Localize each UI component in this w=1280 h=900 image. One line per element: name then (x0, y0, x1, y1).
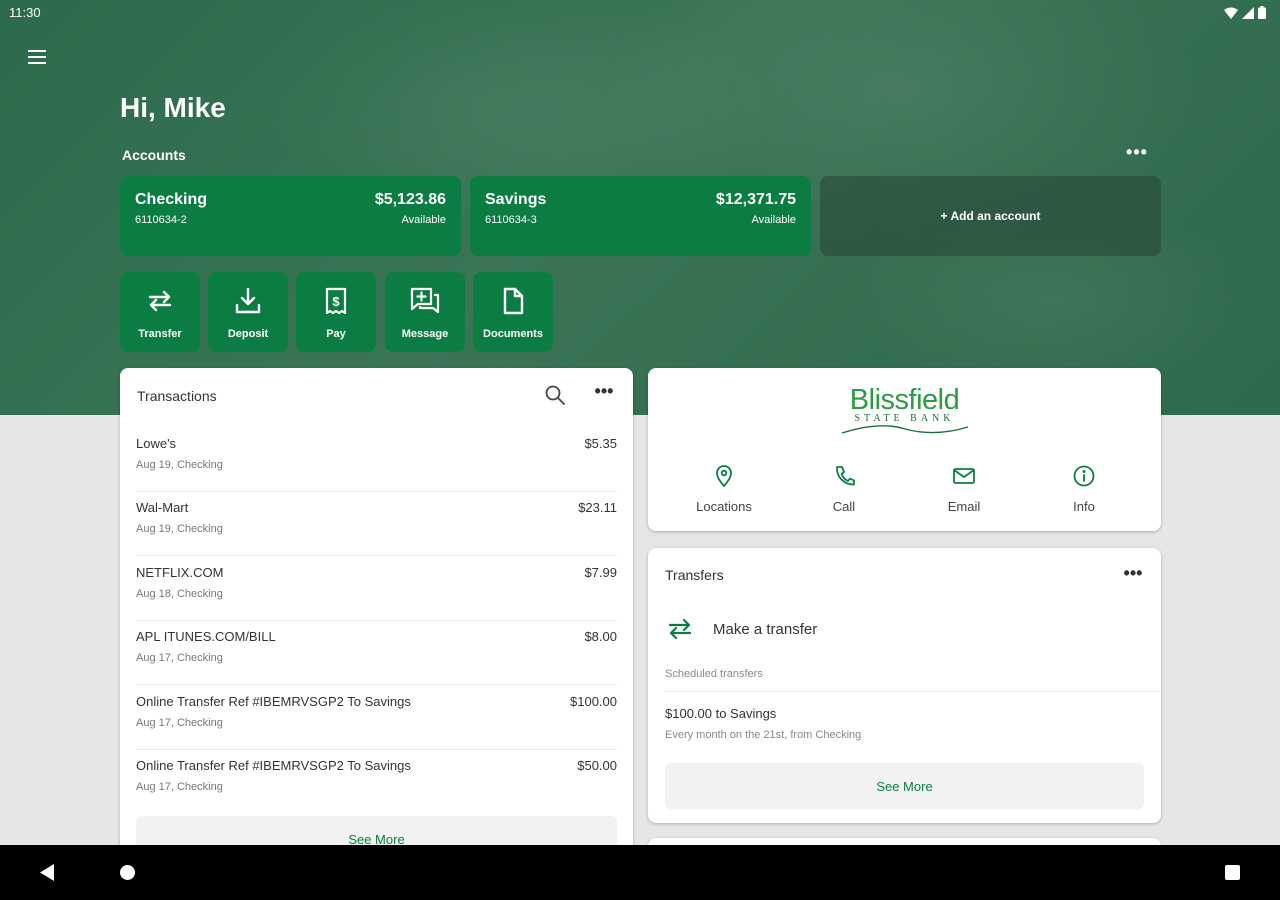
nav-home-button[interactable] (120, 865, 135, 880)
accounts-more-button[interactable]: ••• (1122, 143, 1152, 165)
transfers-see-more-button[interactable]: See More (665, 763, 1144, 809)
transactions-title: Transactions (137, 388, 217, 404)
transaction-meta: Aug 17, Checking (136, 717, 223, 729)
quick-action-label: Documents (483, 328, 543, 340)
bank-logo-swoosh (841, 425, 968, 434)
bank-action-locations[interactable]: Locations (664, 464, 784, 514)
quick-action-label: Deposit (227, 328, 269, 340)
message-icon (410, 287, 440, 314)
quick-action-label: Message (401, 328, 449, 340)
account-number: 6110634-3 (485, 214, 537, 226)
quick-action-label: Pay (326, 328, 346, 340)
account-card-checking[interactable]: Checking 6110634-2 $5,123.86 Available (120, 176, 461, 256)
transaction-row[interactable]: Wal-Mart Aug 19, Checking $23.11 (136, 492, 617, 556)
account-card-savings[interactable]: Savings 6110634-3 $12,371.75 Available (470, 176, 811, 256)
transaction-name: APL ITUNES.COM/BILL (136, 629, 276, 644)
quick-action-message[interactable]: Message (385, 272, 465, 352)
quick-action-transfer[interactable]: Transfer (120, 272, 200, 352)
bank-info-card: Blissfield STATE BANK Locations Call Ema… (648, 368, 1161, 531)
phone-icon (836, 466, 855, 486)
transaction-row[interactable]: Online Transfer Ref #IBEMRVSGP2 To Savin… (136, 686, 617, 750)
bank-logo: Blissfield STATE BANK (648, 384, 1161, 435)
transfers-more-button[interactable]: ••• (1113, 564, 1153, 582)
transaction-amount: $8.00 (584, 629, 617, 644)
transfers-card: Transfers ••• Make a transfer Scheduled … (648, 548, 1161, 823)
signal-icon (1242, 6, 1254, 19)
transaction-meta: Aug 19, Checking (136, 459, 223, 471)
quick-action-deposit[interactable]: Deposit (208, 272, 288, 352)
bank-action-label: Info (1073, 499, 1095, 514)
account-balance: $5,123.86 (374, 191, 446, 208)
location-pin-icon (716, 465, 732, 488)
transaction-row[interactable]: Lowe's Aug 19, Checking $5.35 (136, 428, 617, 492)
quick-action-label: Transfer (138, 328, 182, 340)
battery-icon (1258, 6, 1266, 19)
transaction-name: Wal-Mart (136, 500, 189, 515)
menu-button[interactable] (24, 44, 50, 70)
make-transfer-label: Make a transfer (713, 620, 818, 638)
account-balance-label: Available (751, 214, 796, 226)
transfer-icon (668, 618, 692, 640)
bank-action-call[interactable]: Call (784, 464, 904, 514)
transactions-search-button[interactable] (544, 384, 566, 411)
transaction-amount: $7.99 (584, 565, 617, 580)
status-time: 11:30 (9, 5, 41, 20)
pay-icon: $ (325, 287, 347, 315)
scheduled-transfer-title[interactable]: $100.00 to Savings (665, 706, 776, 721)
divider (665, 691, 1161, 692)
transaction-meta: Aug 17, Checking (136, 652, 223, 664)
transactions-more-button[interactable]: ••• (584, 382, 624, 404)
quick-action-documents[interactable]: Documents (473, 272, 553, 352)
transfers-title: Transfers (665, 567, 724, 583)
transaction-meta: Aug 19, Checking (136, 523, 223, 535)
accounts-label: Accounts (122, 147, 186, 163)
back-triangle-icon (40, 864, 54, 881)
bank-action-label: Call (832, 499, 856, 514)
add-account-button[interactable]: + Add an account (820, 176, 1161, 256)
transaction-meta: Aug 18, Checking (136, 588, 223, 600)
transaction-row[interactable]: NETFLIX.COM Aug 18, Checking $7.99 (136, 557, 617, 621)
transaction-name: Online Transfer Ref #IBEMRVSGP2 To Savin… (136, 758, 411, 773)
scheduled-transfer-detail: Every month on the 21st, from Checking (665, 729, 862, 741)
make-transfer-button[interactable]: Make a transfer (665, 612, 817, 646)
scheduled-transfers-label: Scheduled transfers (665, 668, 763, 680)
transaction-row[interactable]: Online Transfer Ref #IBEMRVSGP2 To Savin… (136, 750, 617, 814)
navigation-bar (0, 845, 1280, 900)
bank-logo-subtitle: STATE BANK (854, 413, 955, 424)
search-icon (545, 385, 565, 405)
transaction-name: Lowe's (136, 436, 177, 451)
bank-action-email[interactable]: Email (904, 464, 1024, 514)
bank-action-label: Email (947, 499, 981, 514)
wifi-icon (1224, 7, 1238, 19)
svg-text:$: $ (332, 294, 340, 309)
account-name: Savings (485, 191, 547, 208)
transaction-meta: Aug 17, Checking (136, 781, 223, 793)
transaction-amount: $50.00 (577, 758, 617, 773)
transaction-row[interactable]: APL ITUNES.COM/BILL Aug 17, Checking $8.… (136, 621, 617, 685)
email-icon (953, 468, 975, 484)
documents-icon (503, 287, 524, 315)
info-icon (1073, 465, 1095, 487)
transaction-name: Online Transfer Ref #IBEMRVSGP2 To Savin… (136, 694, 411, 709)
transaction-name: NETFLIX.COM (136, 565, 224, 580)
transaction-amount: $100.00 (570, 694, 617, 709)
nav-recents-button[interactable] (1225, 865, 1240, 880)
greeting: Hi, Mike (120, 92, 226, 123)
status-bar: 11:30 (0, 0, 1280, 26)
bank-action-info[interactable]: Info (1024, 464, 1144, 514)
account-name: Checking (135, 191, 208, 208)
account-balance-label: Available (401, 214, 446, 226)
transaction-amount: $23.11 (578, 500, 617, 515)
status-icons (1224, 6, 1266, 19)
deposit-icon (235, 287, 261, 314)
account-number: 6110634-2 (135, 214, 187, 226)
hamburger-icon (28, 50, 46, 64)
transaction-amount: $5.35 (584, 436, 617, 451)
transactions-card: Transactions Lowe's Aug 19, Checking $5.… (120, 368, 633, 868)
bank-action-label: Locations (696, 499, 752, 514)
account-balance: $12,371.75 (715, 191, 796, 208)
quick-action-pay[interactable]: $ Pay (296, 272, 376, 352)
transfer-icon (148, 290, 172, 312)
nav-back-button[interactable] (39, 864, 55, 886)
